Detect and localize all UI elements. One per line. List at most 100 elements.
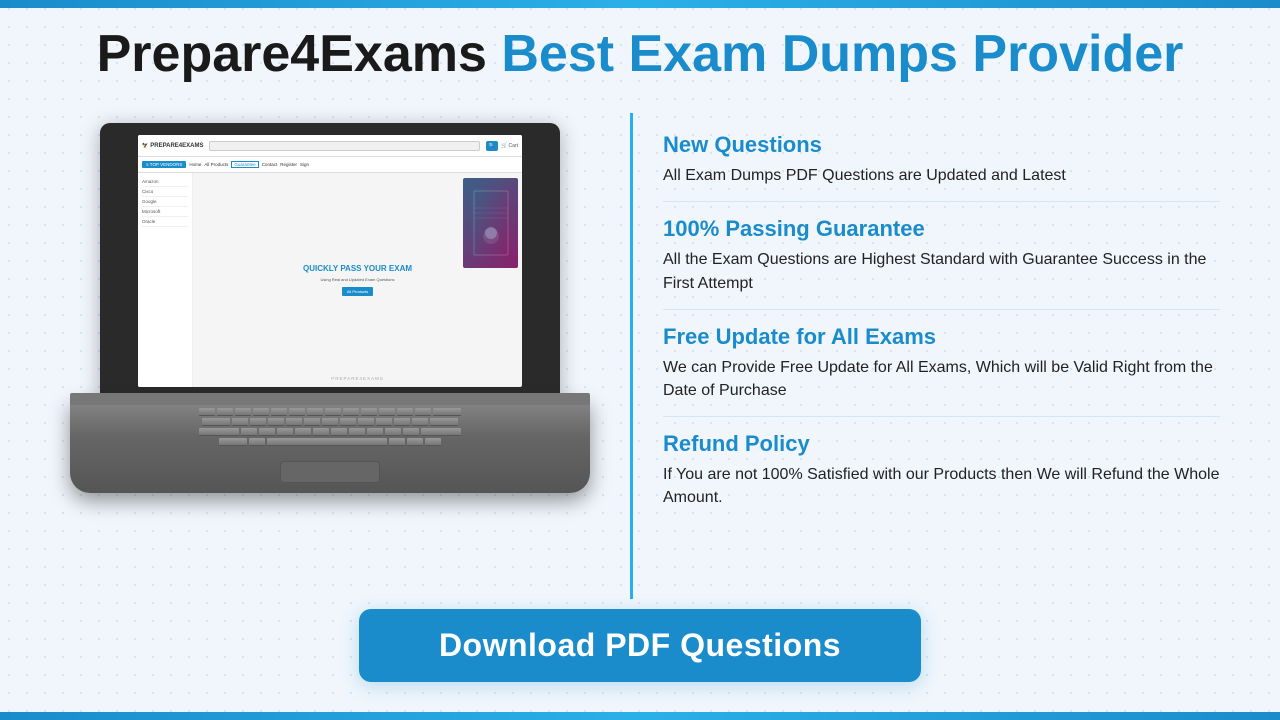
key (199, 428, 239, 436)
laptop-screen: 🦅 PREPARE4EXAMS 🔍 🛒 Cart ≡ TOP VEN (138, 135, 522, 387)
mini-main-area: QUICKLY PASS YOUR EXAM Using Real and Up… (193, 173, 522, 387)
key (425, 438, 441, 446)
key-row-3 (90, 428, 570, 436)
feature-title-3: Free Update for All Exams (663, 324, 1220, 350)
mini-sidebar-google: Google (142, 197, 188, 207)
key (289, 408, 305, 416)
mini-body: Amazon Cisco Google Microsoft Oracle QUI… (138, 173, 522, 387)
mini-watermark: PREPARE4EXAMS (331, 376, 383, 381)
key (241, 428, 257, 436)
mini-logo-text: PREPARE4EXAMS (150, 143, 203, 149)
mini-sidebar-oracle: Oracle (142, 217, 188, 227)
main-content: Prepare4Exams Best Exam Dumps Provider (0, 8, 1280, 720)
key (412, 418, 428, 426)
mini-nav-products: All Products (204, 162, 228, 167)
mini-cart: 🛒 Cart (501, 143, 518, 149)
title-blue: Best Exam Dumps Provider (501, 25, 1183, 83)
feature-desc-2: All the Exam Questions are Highest Stand… (663, 248, 1220, 294)
key (397, 408, 413, 416)
key (277, 428, 293, 436)
mini-search-btn: 🔍 (486, 141, 498, 151)
mini-nav-register: Register (280, 162, 297, 167)
key (313, 428, 329, 436)
key (367, 428, 383, 436)
key (403, 428, 419, 436)
feature-title-1: New Questions (663, 132, 1220, 158)
feature-refund-policy: Refund Policy If You are not 100% Satisf… (663, 417, 1220, 523)
mini-nav-home: Home (189, 162, 201, 167)
title-black: Prepare4Exams (97, 25, 487, 83)
mini-all-products-btn: All Products (342, 287, 373, 296)
features-section: New Questions All Exam Dumps PDF Questio… (663, 113, 1220, 523)
key (376, 418, 392, 426)
key (379, 408, 395, 416)
key (325, 408, 341, 416)
key (361, 408, 377, 416)
laptop-touchpad (280, 461, 380, 483)
laptop-screen-lid: 🦅 PREPARE4EXAMS 🔍 🛒 Cart ≡ TOP VEN (100, 123, 560, 403)
key (253, 408, 269, 416)
mini-sidebar-microsoft: Microsoft (142, 207, 188, 217)
feature-desc-3: We can Provide Free Update for All Exams… (663, 356, 1220, 402)
feature-passing-guarantee: 100% Passing Guarantee All the Exam Ques… (663, 202, 1220, 309)
feature-title-4: Refund Policy (663, 431, 1220, 457)
body-section: 🦅 PREPARE4EXAMS 🔍 🛒 Cart ≡ TOP VEN (60, 113, 1220, 599)
mini-search-box (209, 141, 479, 151)
key (219, 438, 247, 446)
key-row-space (90, 438, 570, 446)
feature-desc-1: All Exam Dumps PDF Questions are Updated… (663, 164, 1220, 187)
key (286, 418, 302, 426)
key (358, 418, 374, 426)
key (331, 428, 347, 436)
key (407, 438, 423, 446)
mini-sidebar-cisco: Cisco (142, 187, 188, 197)
download-pdf-button[interactable]: Download PDF Questions (359, 609, 921, 682)
mini-hero-sub: Using Real and Updated Exam Questions (320, 277, 394, 282)
mini-product-img-content (463, 178, 518, 268)
download-btn-wrapper: Download PDF Questions (60, 599, 1220, 700)
key-row-2 (90, 418, 570, 426)
key (232, 418, 248, 426)
mini-nav-sign: Sign (300, 162, 309, 167)
top-accent-bar (0, 0, 1280, 8)
key (433, 408, 461, 416)
key-row-1 (90, 408, 570, 416)
key (322, 418, 338, 426)
key (340, 418, 356, 426)
key (421, 428, 461, 436)
key (259, 428, 275, 436)
laptop-keyboard-base (70, 398, 590, 493)
mini-sidebar: Amazon Cisco Google Microsoft Oracle (138, 173, 193, 387)
key (271, 408, 287, 416)
page-title: Prepare4Exams Best Exam Dumps Provider (97, 26, 1184, 83)
mini-header: 🦅 PREPARE4EXAMS 🔍 🛒 Cart (138, 135, 522, 157)
key (307, 408, 323, 416)
mini-nav: ≡ TOP VENDORS Home All Products Guarante… (138, 157, 522, 173)
key (250, 418, 266, 426)
key (389, 438, 405, 446)
mini-logo: 🦅 PREPARE4EXAMS (142, 143, 203, 149)
key (304, 418, 320, 426)
mini-hero-title: QUICKLY PASS YOUR EXAM (303, 264, 412, 274)
mini-top-vendors: ≡ TOP VENDORS (142, 161, 186, 168)
key (415, 408, 431, 416)
key (385, 428, 401, 436)
mini-sidebar-amazon: Amazon (142, 177, 188, 187)
feature-free-update: Free Update for All Exams We can Provide… (663, 310, 1220, 417)
key (202, 418, 230, 426)
feature-new-questions: New Questions All Exam Dumps PDF Questio… (663, 118, 1220, 202)
laptop-mockup: 🦅 PREPARE4EXAMS 🔍 🛒 Cart ≡ TOP VEN (70, 123, 590, 493)
mini-nav-contact: Contact (262, 162, 278, 167)
key (199, 408, 215, 416)
keyboard-keys (90, 408, 570, 453)
key (268, 418, 284, 426)
laptop-section: 🦅 PREPARE4EXAMS 🔍 🛒 Cart ≡ TOP VEN (60, 113, 600, 493)
mini-nav-guarantee: Guarantee (231, 161, 258, 168)
feature-desc-4: If You are not 100% Satisfied with our P… (663, 463, 1220, 509)
key (249, 438, 265, 446)
mini-product-image (463, 178, 518, 268)
mini-website: 🦅 PREPARE4EXAMS 🔍 🛒 Cart ≡ TOP VEN (138, 135, 522, 387)
key (349, 428, 365, 436)
key (394, 418, 410, 426)
key (217, 408, 233, 416)
